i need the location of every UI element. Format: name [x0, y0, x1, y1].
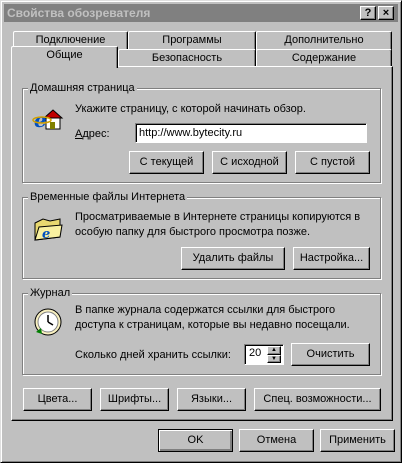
temporary-files-line1: Просматриваемые в Интернете страницы коп…	[75, 211, 361, 223]
accessibility-button[interactable]: Спец. возможности...	[254, 388, 381, 411]
spin-up-button[interactable]: ▲	[267, 346, 281, 355]
tab-advanced[interactable]: Дополнительно	[256, 31, 392, 50]
temporary-files-legend: Временные файлы Интернета	[28, 190, 188, 204]
button-label: С пустой	[309, 156, 355, 168]
tab-programs[interactable]: Программы	[128, 31, 256, 50]
window-title: Свойства обозревателя	[7, 6, 151, 20]
button-label: Применить	[329, 434, 386, 446]
history-icon	[34, 308, 62, 336]
tab-general[interactable]: Общие	[11, 46, 118, 68]
cancel-button[interactable]: Отмена	[239, 429, 314, 452]
colors-button[interactable]: Цвета...	[23, 388, 92, 411]
fonts-button[interactable]: Шрифты...	[100, 388, 169, 411]
button-label: Очистить	[306, 348, 355, 360]
button-label: Спец. возможности...	[263, 393, 372, 405]
temporary-files-group: Временные файлы Интернета e Просматривае…	[22, 190, 381, 279]
button-label: Языки...	[190, 393, 233, 405]
use-default-button[interactable]: С исходной	[212, 151, 287, 174]
button-label: Удалить файлы	[192, 252, 274, 264]
apply-button[interactable]: Применить	[320, 429, 395, 452]
help-icon: ?	[364, 7, 372, 19]
folder-icon: e	[34, 218, 63, 242]
clear-history-button[interactable]: Очистить	[291, 343, 370, 366]
delete-files-button[interactable]: Удалить файлы	[181, 247, 285, 270]
general-tab-panel: Домашняя страница e Укажите страницу, с …	[11, 66, 393, 421]
help-button[interactable]: ?	[360, 6, 376, 20]
tab-label: Общие	[46, 49, 83, 61]
use-blank-button[interactable]: С пустой	[295, 151, 370, 174]
tab-label: Дополнительно	[284, 34, 364, 46]
home-page-description: Укажите страницу, с которой начинать обз…	[75, 103, 306, 115]
close-icon: ×	[382, 7, 390, 19]
button-label: С текущей	[139, 156, 194, 168]
home-page-legend: Домашняя страница	[28, 81, 137, 95]
settings-button[interactable]: Настройка...	[293, 247, 370, 270]
tab-label: Содержание	[291, 52, 357, 64]
history-legend: Журнал	[28, 286, 73, 300]
button-label: Шрифты...	[107, 393, 162, 405]
days-label: Сколько дней хранить ссылки:	[75, 349, 231, 361]
address-label: Адрес:	[75, 128, 110, 140]
button-label: Цвета...	[37, 393, 78, 405]
spin-down-button[interactable]: ▼	[267, 355, 281, 363]
address-input[interactable]: http://www.bytecity.ru	[135, 123, 367, 143]
history-line2: доступа к страницам, которые вы недавно …	[75, 319, 350, 331]
home-page-icon: e	[32, 108, 64, 132]
close-button[interactable]: ×	[378, 6, 394, 20]
tab-label: Программы	[162, 34, 222, 46]
languages-button[interactable]: Языки...	[177, 388, 246, 411]
home-page-group: Домашняя страница e Укажите страницу, с …	[22, 81, 381, 183]
temporary-files-line2: особую папку для быстрого просмотра позж…	[75, 226, 311, 238]
button-label: Отмена	[256, 434, 297, 446]
days-value: 20	[249, 347, 262, 359]
use-current-button[interactable]: С текущей	[129, 151, 204, 174]
arrow-up-icon: ▲	[271, 347, 277, 353]
tab-label: Безопасность	[151, 52, 223, 64]
history-line1: В папке журнала содержатся ссылки для бы…	[75, 304, 336, 316]
title-bar[interactable]: Свойства обозревателя ? ×	[4, 4, 398, 22]
button-label: OK	[187, 434, 204, 446]
arrow-down-icon: ▼	[271, 356, 277, 362]
history-group: Журнал В папке журнала содержатся ссылки…	[22, 286, 381, 375]
button-label: С исходной	[220, 156, 279, 168]
button-label: Настройка...	[299, 252, 364, 264]
ok-button[interactable]: OK	[158, 429, 233, 452]
internet-options-dialog: Свойства обозревателя ? × Подключение Пр…	[0, 0, 402, 463]
tab-label: Подключение	[35, 34, 106, 46]
svg-text:e: e	[34, 108, 47, 132]
days-spinner[interactable]: 20 ▲ ▼	[244, 344, 284, 365]
address-value: http://www.bytecity.ru	[139, 127, 243, 139]
svg-text:e: e	[42, 227, 50, 242]
